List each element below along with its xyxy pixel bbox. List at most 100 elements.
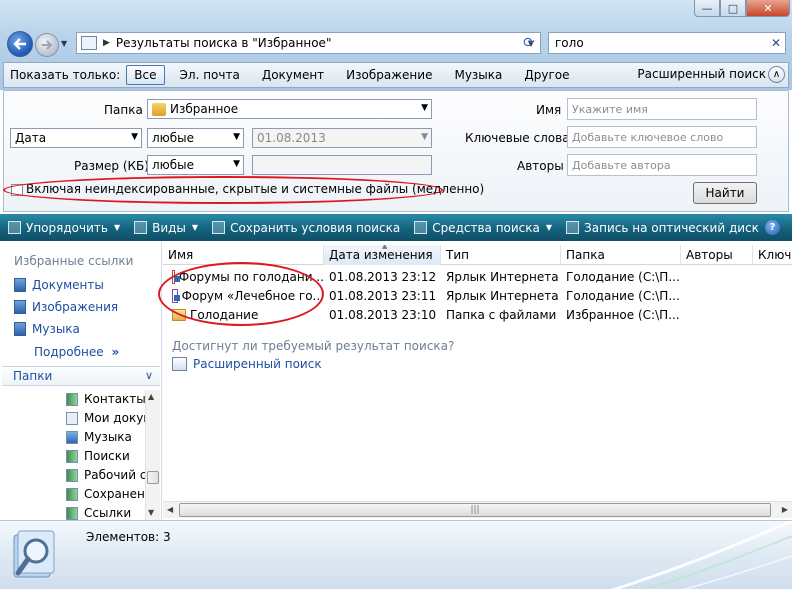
type-cell: Папка с файлами xyxy=(446,308,557,322)
documents-icon xyxy=(14,278,26,292)
dropdown-arrow-icon: ▼ xyxy=(421,132,428,142)
size-input[interactable] xyxy=(252,155,432,175)
decorative-swoosh xyxy=(611,521,792,589)
folder-select-value: Избранное xyxy=(170,102,239,116)
more-links-button[interactable]: Подробнее » xyxy=(34,345,119,359)
tree-node-desktop[interactable]: Рабочий с xyxy=(66,468,145,482)
column-header-folder[interactable]: Папка xyxy=(561,245,681,265)
advanced-search-link[interactable]: Расширенный поиск xyxy=(172,357,322,371)
tree-node-saved-games[interactable]: Сохранен xyxy=(66,487,145,501)
filter-image[interactable]: Изображение xyxy=(339,66,439,84)
column-header-modified[interactable]: ▲ Дата изменения xyxy=(324,245,441,265)
dropdown-arrow-icon: ▼ xyxy=(233,159,240,169)
filter-other[interactable]: Другое xyxy=(517,66,576,84)
floppy-disk-icon xyxy=(212,221,226,234)
scroll-right-arrow-icon[interactable]: ▶ xyxy=(782,505,788,514)
favorites-star-icon xyxy=(152,102,166,116)
dropdown-arrow-icon: ▼ xyxy=(233,132,240,142)
filter-document[interactable]: Документ xyxy=(255,66,331,84)
burn-button[interactable]: Запись на оптический диск xyxy=(566,221,759,235)
contacts-icon xyxy=(66,392,78,406)
tags-label: Ключевые слова xyxy=(465,131,570,145)
date-type-value: Дата xyxy=(15,131,47,145)
size-condition-select[interactable]: любые ▼ xyxy=(147,155,244,175)
forward-button[interactable] xyxy=(35,33,59,57)
tree-node-searches[interactable]: Поиски xyxy=(66,449,130,463)
folder-label: Папка xyxy=(104,103,143,117)
recent-pages-dropdown-icon[interactable]: ▼ xyxy=(61,39,67,48)
horizontal-scrollbar[interactable]: ◀ ||| ▶ xyxy=(163,501,792,518)
dropdown-arrow-icon: ▼ xyxy=(131,132,138,142)
favorite-link-documents[interactable]: Документы xyxy=(14,278,104,292)
name-field[interactable]: Укажите имя xyxy=(567,98,757,120)
scroll-left-arrow-icon[interactable]: ◀ xyxy=(167,505,173,514)
date-type-select[interactable]: Дата ▼ xyxy=(10,128,142,148)
scroll-down-arrow-icon[interactable]: ▼ xyxy=(148,508,154,517)
tree-node-label: Мои докум xyxy=(84,411,145,425)
scroll-up-arrow-icon[interactable]: ▲ xyxy=(148,392,154,401)
minimize-button[interactable]: — xyxy=(694,0,720,17)
more-links-label: Подробнее xyxy=(34,345,104,359)
maximize-button[interactable]: □ xyxy=(720,0,746,17)
collapse-chevron-icon[interactable]: ∧ xyxy=(768,66,785,83)
favorite-link-label: Музыка xyxy=(32,322,80,336)
tree-node-music[interactable]: Музыка xyxy=(66,430,132,444)
search-tools-icon xyxy=(414,221,428,234)
search-folder-large-icon xyxy=(13,530,55,578)
search-box[interactable]: голо ✕ xyxy=(548,32,786,54)
date-condition-select[interactable]: любые ▼ xyxy=(147,128,244,148)
filter-all[interactable]: Все xyxy=(126,65,165,85)
address-bar[interactable]: ▶ Результаты поиска в "Избранное" ▼ xyxy=(76,32,541,54)
column-header-authors[interactable]: Авторы xyxy=(681,245,753,265)
tree-node-my-documents[interactable]: Мои докум xyxy=(66,411,145,425)
clear-search-icon[interactable]: ✕ xyxy=(767,36,785,50)
advanced-search-toggle-label[interactable]: Расширенный поиск xyxy=(637,67,766,81)
advanced-search-icon xyxy=(172,357,187,371)
links-icon xyxy=(66,506,78,520)
size-condition-value: любые xyxy=(152,158,195,172)
shortcut-icon xyxy=(66,411,78,425)
search-input[interactable]: голо xyxy=(555,36,767,50)
search-tools-button[interactable]: Средства поиска ▼ xyxy=(414,221,552,235)
folder-select[interactable]: Избранное ▼ xyxy=(147,99,432,119)
save-search-button[interactable]: Сохранить условия поиска xyxy=(212,221,400,235)
advanced-search-link-label: Расширенный поиск xyxy=(193,357,322,371)
tree-node-links[interactable]: Ссылки xyxy=(66,506,131,520)
back-button[interactable] xyxy=(7,31,33,57)
tree-node-label: Ссылки xyxy=(84,506,132,520)
desktop-icon xyxy=(66,468,78,482)
column-header-tags[interactable]: Ключ xyxy=(753,245,792,265)
search-tools-label: Средства поиска xyxy=(432,220,540,235)
breadcrumb-chevron-icon[interactable]: ▶ xyxy=(103,38,110,48)
organize-label: Упорядочить xyxy=(26,220,108,235)
tree-node-label: Музыка xyxy=(84,430,132,444)
help-icon[interactable]: ? xyxy=(765,220,780,235)
find-button[interactable]: Найти xyxy=(693,182,757,204)
views-label: Виды xyxy=(152,220,186,235)
close-button[interactable]: ✕ xyxy=(746,0,790,17)
favorite-link-pictures[interactable]: Изображения xyxy=(14,300,118,314)
size-label: Размер (КБ) xyxy=(74,159,149,173)
dropdown-arrow-icon: ▼ xyxy=(545,223,553,232)
views-button[interactable]: Виды ▼ xyxy=(134,221,198,235)
double-chevron-icon: » xyxy=(111,345,120,359)
column-header-type[interactable]: Тип xyxy=(441,245,561,265)
address-path[interactable]: Результаты поиска в "Избранное" xyxy=(116,36,522,50)
favorite-link-music[interactable]: Музыка xyxy=(14,322,80,336)
music-icon xyxy=(66,430,78,444)
refresh-icon[interactable]: ⟳ xyxy=(518,34,540,52)
folder-tree-scrollbar[interactable]: ▲ ▼ xyxy=(145,390,160,520)
authors-field[interactable]: Добавьте автора xyxy=(567,154,757,176)
tags-field[interactable]: Добавьте ключевое слово xyxy=(567,126,757,148)
scrollbar-thumb[interactable] xyxy=(147,471,159,484)
folders-bar[interactable]: Папки ∨ xyxy=(2,366,160,386)
filter-music[interactable]: Музыка xyxy=(447,66,509,84)
organize-icon xyxy=(8,221,21,234)
date-picker[interactable]: 01.08.2013 ▼ xyxy=(252,128,432,148)
tree-node-contacts[interactable]: Контакты xyxy=(66,392,145,406)
filter-email[interactable]: Эл. почта xyxy=(173,66,247,84)
organize-button[interactable]: Упорядочить ▼ xyxy=(8,221,120,235)
scrollbar-thumb[interactable]: ||| xyxy=(179,503,771,517)
back-arrow-icon xyxy=(13,38,26,50)
annotation-circle xyxy=(158,262,324,326)
